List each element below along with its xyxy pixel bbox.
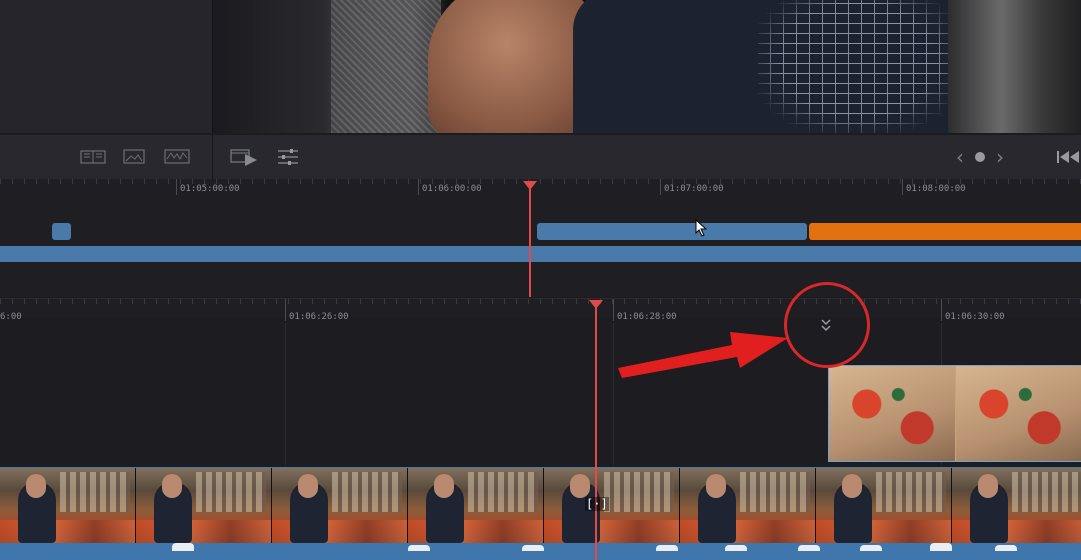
timeline-clip-selected[interactable] xyxy=(537,223,807,240)
filmstrip-frame xyxy=(680,468,816,543)
timecode-label: 01:06:00:00 xyxy=(422,184,482,194)
dot-icon[interactable] xyxy=(973,151,987,163)
mouse-pointer-icon xyxy=(695,219,707,237)
lower-playhead[interactable] xyxy=(595,305,597,560)
ruler-major-tick xyxy=(418,179,419,195)
audio-waveform-peak xyxy=(860,545,882,551)
clip-compare-icon[interactable] xyxy=(80,148,106,166)
lower-timeline-ruler[interactable] xyxy=(0,299,1081,317)
timeline-clip-small[interactable] xyxy=(52,223,71,240)
media-pool-panel xyxy=(0,0,213,133)
lower-playhead-handle[interactable] xyxy=(589,300,603,309)
audio-waveform-peak xyxy=(408,545,430,551)
upper-timeline[interactable]: 01:05:00:00 01:06:00:00 01:07:00:00 01:0… xyxy=(0,179,1081,297)
annotation-arrow xyxy=(618,332,788,378)
chevron-right-icon[interactable]: › xyxy=(992,147,1008,167)
broll-clip-frame xyxy=(829,366,955,461)
upper-playhead-handle[interactable] xyxy=(523,181,537,190)
audio-waveform-peak xyxy=(725,545,747,551)
audio-waveform-peak xyxy=(930,543,952,551)
skip-to-start-icon[interactable] xyxy=(1055,149,1081,165)
in-out-marker: [·] xyxy=(585,497,609,511)
timecode-label: 01:06:26:00 xyxy=(289,312,349,322)
filmstrip-frame xyxy=(816,468,952,543)
ruler-major-tick xyxy=(902,179,903,195)
filmstrip-frame xyxy=(272,468,408,543)
nav-prev-glyph: ‹ xyxy=(956,145,964,169)
filmstrip-frame xyxy=(408,468,544,543)
video-track-filmstrip[interactable] xyxy=(0,467,1081,543)
timecode-label: 01:07:00:00 xyxy=(664,184,724,194)
ruler-major-tick xyxy=(285,299,286,321)
filmstrip-frame xyxy=(544,468,680,543)
video-frame-shirt-print xyxy=(758,0,958,133)
audio-waveform-peak xyxy=(172,543,194,551)
audio-waveform-peak xyxy=(656,545,678,551)
timecode-label: 01:06:30:00 xyxy=(945,312,1005,322)
ruler-major-tick xyxy=(176,179,177,195)
timecode-label: 01:05:00:00 xyxy=(180,184,240,194)
audio-track[interactable] xyxy=(0,543,1081,560)
audio-waveform-peak xyxy=(522,545,544,551)
filmstrip-frame xyxy=(0,468,136,543)
toolbar-divider xyxy=(212,135,213,179)
ruler-major-tick xyxy=(660,179,661,195)
lower-timeline[interactable]: 6:00 01:06:26:00 01:06:28:00 01:06:30:00 xyxy=(0,298,1081,560)
audio-waveform-peak xyxy=(995,545,1017,551)
viewer-toolbar: ‹ › xyxy=(0,134,1081,180)
video-frame-mesh xyxy=(331,0,441,133)
video-frame-background xyxy=(948,0,1081,133)
upper-playhead[interactable] xyxy=(529,185,531,297)
audio-waveform-peak xyxy=(798,545,820,551)
chevron-left-icon[interactable]: ‹ xyxy=(952,147,968,167)
broll-clip-frame xyxy=(956,366,1081,461)
timeline-main-track-clip[interactable] xyxy=(0,246,1081,262)
sliders-adjust-icon[interactable] xyxy=(276,147,300,167)
ruler-major-tick xyxy=(941,299,942,321)
waveform-scope-icon[interactable] xyxy=(164,148,190,166)
timecode-label: 6:00 xyxy=(0,312,22,322)
timecode-label: 01:08:00:00 xyxy=(906,184,966,194)
filmstrip-frame xyxy=(136,468,272,543)
play-filmstrip-icon[interactable] xyxy=(230,147,260,167)
timeline-clip-orange[interactable] xyxy=(809,223,1081,240)
nav-next-glyph: › xyxy=(996,145,1004,169)
broll-clip[interactable] xyxy=(828,365,1081,462)
track-gridline xyxy=(285,323,286,465)
image-view-icon[interactable] xyxy=(122,148,146,166)
filmstrip-frame xyxy=(952,468,1081,543)
source-viewer[interactable] xyxy=(213,0,1081,133)
chevron-double-down-icon[interactable] xyxy=(819,318,833,332)
